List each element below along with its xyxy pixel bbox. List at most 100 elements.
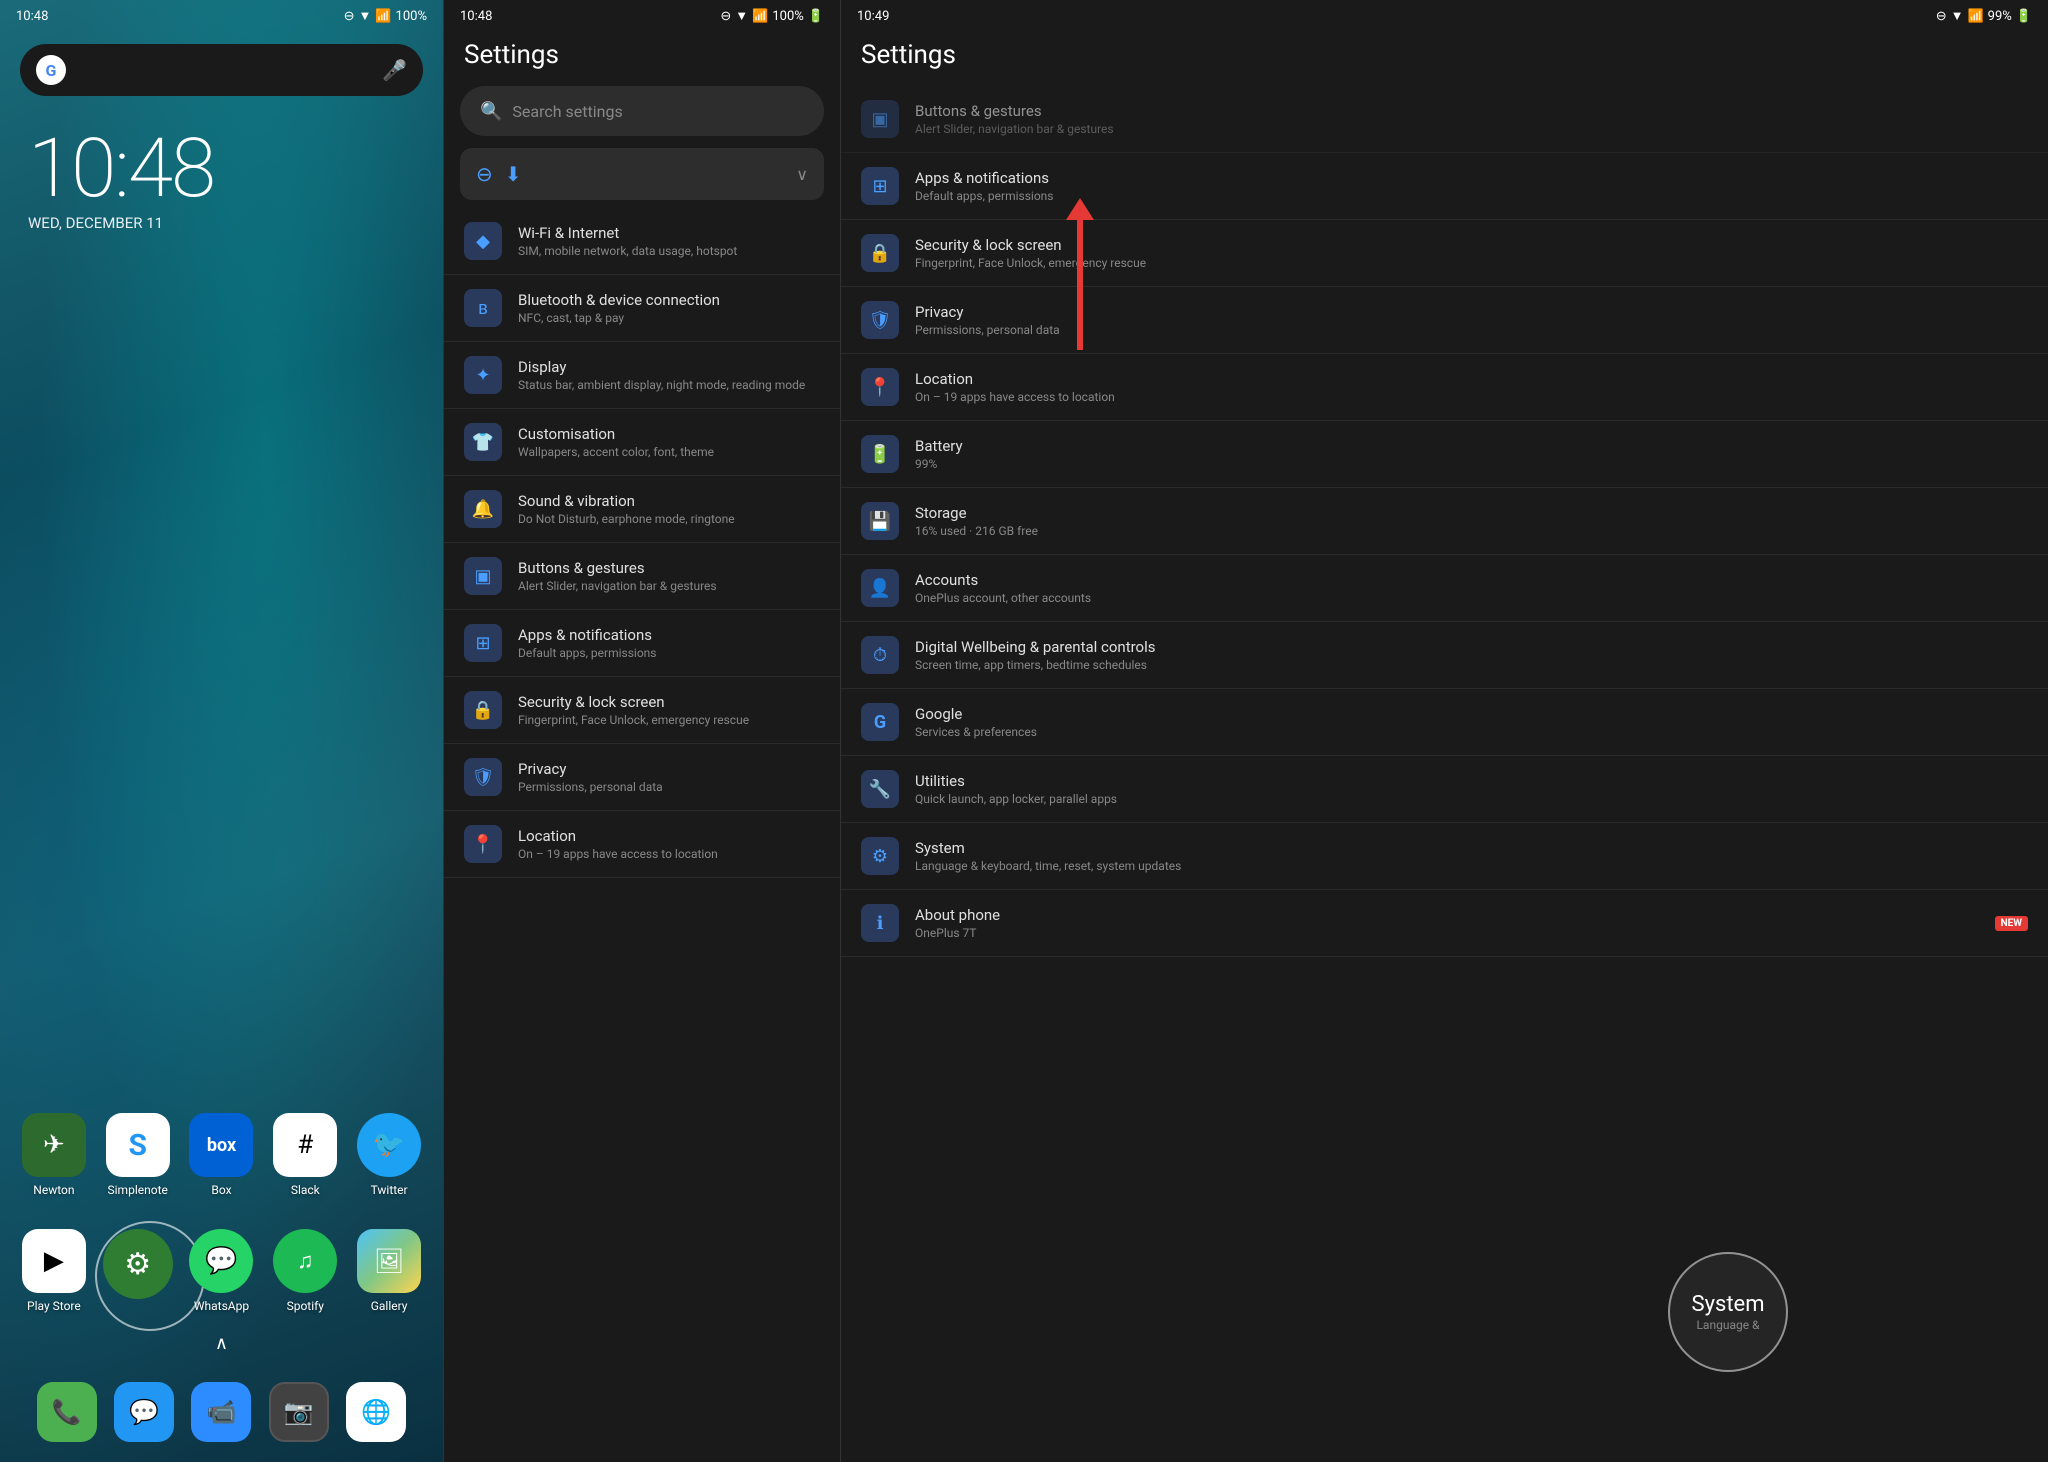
app-playstore[interactable]: ▶ Play Store xyxy=(16,1229,92,1313)
dock-messages[interactable]: 💬 xyxy=(114,1382,174,1442)
dock-chrome[interactable]: 🌐 xyxy=(346,1382,406,1442)
app-settings[interactable]: ⚙ xyxy=(100,1229,176,1313)
dock: 📞 💬 📹 📷 🌐 xyxy=(0,1366,443,1462)
s2-battery-text: Battery 99% xyxy=(915,437,2028,471)
s2-privacy-icon: 🛡 xyxy=(861,301,899,339)
s2-location-sub: On – 19 apps have access to location xyxy=(915,390,2028,404)
s2-accounts-title: Accounts xyxy=(915,571,2028,589)
playstore-triangle-icon: ▶ xyxy=(44,1246,64,1276)
settings-custom-item[interactable]: 👕 Customisation Wallpapers, accent color… xyxy=(444,409,840,476)
buttons-icon-symbol: ▣ xyxy=(474,566,491,587)
settings-apps-item[interactable]: ⊞ Apps & notifications Default apps, per… xyxy=(444,610,840,677)
settings-panel-1: 10:48 ⊖ ▼ 📶 100% 🔋 Settings 🔍 Search set… xyxy=(443,0,840,1462)
newton-plane-icon: ✈ xyxy=(43,1130,65,1160)
privacy-item-sub: Permissions, personal data xyxy=(518,780,820,794)
s2-accounts-item[interactable]: 👤 Accounts OnePlus account, other accoun… xyxy=(841,555,2048,622)
s2-about-item[interactable]: ℹ About phone OnePlus 7T NEW xyxy=(841,890,2048,957)
s2-google-item[interactable]: G Google Services & preferences xyxy=(841,689,2048,756)
s2-minus-icon: ⊖ xyxy=(1936,9,1947,24)
app-box[interactable]: box Box xyxy=(184,1113,260,1197)
zoom-icon: 📹 xyxy=(207,1398,237,1426)
bluetooth-item-text: Bluetooth & device connection NFC, cast,… xyxy=(518,291,820,325)
chrome-icon: 🌐 xyxy=(361,1398,391,1426)
sound-item-sub: Do Not Disturb, earphone mode, ringtone xyxy=(518,512,820,526)
app-newton[interactable]: ✈ Newton xyxy=(16,1113,92,1197)
s2-buttons-text: Buttons & gestures Alert Slider, navigat… xyxy=(915,102,2028,136)
suggestion-bar[interactable]: ⊖ ⬇ ∨ xyxy=(460,148,824,200)
s2-battery-icon-box: 🔋 xyxy=(861,435,899,473)
s2-utilities-item[interactable]: 🔧 Utilities Quick launch, app locker, pa… xyxy=(841,756,2048,823)
s2-buttons-item[interactable]: ▣ Buttons & gestures Alert Slider, navig… xyxy=(841,86,2048,153)
custom-item-title: Customisation xyxy=(518,425,820,443)
newton-icon: ✈ xyxy=(22,1113,86,1177)
s2-utilities-text: Utilities Quick launch, app locker, para… xyxy=(915,772,2028,806)
settings1-time: 10:48 xyxy=(460,9,492,24)
security-item-text: Security & lock screen Fingerprint, Face… xyxy=(518,693,820,727)
s2-battery-item[interactable]: 🔋 Battery 99% xyxy=(841,421,2048,488)
s2-utilities-title: Utilities xyxy=(915,772,2028,790)
slack-hash-icon: # xyxy=(297,1130,313,1160)
settings-bluetooth-item[interactable]: ʙ Bluetooth & device connection NFC, cas… xyxy=(444,275,840,342)
google-search-bar[interactable]: G 🎤 xyxy=(20,44,423,96)
s2-about-icon: ℹ xyxy=(861,904,899,942)
display-item-text: Display Status bar, ambient display, nig… xyxy=(518,358,820,392)
slack-label: Slack xyxy=(291,1183,320,1197)
s2-apps-item[interactable]: ⊞ Apps & notifications Default apps, per… xyxy=(841,153,2048,220)
s2-wellbeing-symbol: ⏱ xyxy=(873,645,887,666)
settings1-status-bar: 10:48 ⊖ ▼ 📶 100% 🔋 xyxy=(444,0,840,32)
location-item-title: Location xyxy=(518,827,820,845)
apps-item-sub: Default apps, permissions xyxy=(518,646,820,660)
system-circle-overlay: System Language & xyxy=(1668,1252,1788,1372)
dock-zoom[interactable]: 📹 xyxy=(191,1382,251,1442)
app-gallery[interactable]: 🖼 Gallery xyxy=(351,1229,427,1313)
location-settings-icon: 📍 xyxy=(464,825,502,863)
mic-icon[interactable]: 🎤 xyxy=(382,58,407,82)
settings-display-item[interactable]: ✦ Display Status bar, ambient display, n… xyxy=(444,342,840,409)
s2-storage-item[interactable]: 💾 Storage 16% used · 216 GB free xyxy=(841,488,2048,555)
box-icon: box xyxy=(189,1113,253,1177)
s2-security-item[interactable]: 🔒 Security & lock screen Fingerprint, Fa… xyxy=(841,220,2048,287)
app-simplenote[interactable]: S Simplenote xyxy=(100,1113,176,1197)
settings-buttons-item[interactable]: ▣ Buttons & gestures Alert Slider, navig… xyxy=(444,543,840,610)
dock-camera[interactable]: 📷 xyxy=(269,1382,329,1442)
s2-about-title: About phone xyxy=(915,906,1979,924)
app-slack[interactable]: # Slack xyxy=(267,1113,343,1197)
s2-system-item[interactable]: ⚙ System Language & keyboard, time, rese… xyxy=(841,823,2048,890)
app-spotify[interactable]: ♫ Spotify xyxy=(267,1229,343,1313)
settings-wifi-item[interactable]: ◆ Wi-Fi & Internet SIM, mobile network, … xyxy=(444,208,840,275)
s2-location-item[interactable]: 📍 Location On – 19 apps have access to l… xyxy=(841,354,2048,421)
twitter-bird-icon: 🐦 xyxy=(373,1130,405,1160)
s1-signal-icon: 📶 xyxy=(752,9,768,24)
s2-apps-title: Apps & notifications xyxy=(915,169,2028,187)
s2-privacy-item[interactable]: 🛡 Privacy Permissions, personal data xyxy=(841,287,2048,354)
display-icon-symbol: ✦ xyxy=(475,365,490,386)
home-status-bar: 10:48 ⊖ ▼ 📶 100% xyxy=(0,0,443,32)
settings-privacy-item[interactable]: 🛡 Privacy Permissions, personal data xyxy=(444,744,840,811)
settings-location-item[interactable]: 📍 Location On – 19 apps have access to l… xyxy=(444,811,840,878)
app-twitter[interactable]: 🐦 Twitter xyxy=(351,1113,427,1197)
s2-wellbeing-item[interactable]: ⏱ Digital Wellbeing & parental controls … xyxy=(841,622,2048,689)
s2-buttons-icon: ▣ xyxy=(861,100,899,138)
suggestion-minus-icon: ⊖ xyxy=(476,162,493,186)
s2-accounts-symbol: 👤 xyxy=(869,578,891,599)
spotify-icon: ♫ xyxy=(273,1229,337,1293)
s2-utilities-sub: Quick launch, app locker, parallel apps xyxy=(915,792,2028,806)
signal-icon: 📶 xyxy=(375,9,391,24)
dock-phone[interactable]: 📞 xyxy=(37,1382,97,1442)
privacy-item-text: Privacy Permissions, personal data xyxy=(518,760,820,794)
home-time: 10:48 xyxy=(16,9,48,24)
gallery-label: Gallery xyxy=(371,1299,408,1313)
s2-buttons-symbol: ▣ xyxy=(871,109,888,130)
s2-wellbeing-sub: Screen time, app timers, bedtime schedul… xyxy=(915,658,2028,672)
app-row-1: ✈ Newton S Simplenote box Box # Slack xyxy=(0,1053,443,1213)
home-screen: 10:48 ⊖ ▼ 📶 100% G 🎤 10:48 WED, DECEMBER… xyxy=(0,0,443,1462)
suggestion-chevron-icon: ∨ xyxy=(796,165,808,184)
settings-sound-item[interactable]: 🔔 Sound & vibration Do Not Disturb, earp… xyxy=(444,476,840,543)
privacy-shield-icon: 🛡 xyxy=(472,767,495,788)
arrow-shaft xyxy=(1077,220,1083,350)
location-item-sub: On – 19 apps have access to location xyxy=(518,847,820,861)
playstore-icon: ▶ xyxy=(22,1229,86,1293)
settings-search-bar[interactable]: 🔍 Search settings xyxy=(460,86,824,136)
settings-security-item[interactable]: 🔒 Security & lock screen Fingerprint, Fa… xyxy=(444,677,840,744)
camera-icon: 📷 xyxy=(284,1398,314,1426)
